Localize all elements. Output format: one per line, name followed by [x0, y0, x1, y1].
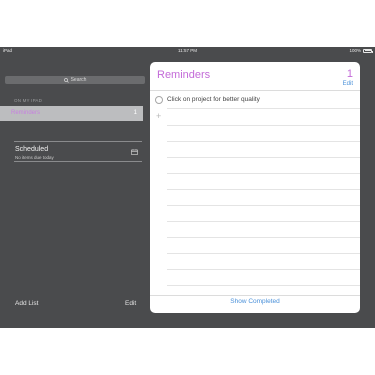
divider — [167, 157, 360, 158]
battery-status: 100% — [349, 48, 373, 53]
new-reminder-row[interactable]: + — [150, 109, 360, 125]
scheduled-title: Scheduled — [15, 146, 49, 153]
divider — [167, 269, 360, 270]
panel-edit-button[interactable]: Edit — [343, 81, 353, 87]
sidebar-item-reminders[interactable]: Reminders 1 — [0, 106, 143, 121]
sidebar-edit-button[interactable]: Edit — [125, 300, 136, 307]
divider — [150, 295, 360, 296]
divider — [167, 285, 360, 286]
divider — [167, 237, 360, 238]
search-icon — [63, 77, 69, 83]
divider — [167, 253, 360, 254]
list-name: Reminders — [11, 110, 41, 116]
list-count: 1 — [133, 110, 137, 116]
panel-title: Reminders — [157, 69, 211, 81]
search-placeholder: Search — [70, 77, 87, 83]
panel-count: 1 — [346, 68, 353, 80]
divider — [167, 141, 360, 142]
show-completed-button[interactable]: Show Completed — [150, 298, 360, 305]
clock: 11:57 PM — [178, 48, 197, 53]
divider — [14, 161, 142, 162]
battery-percent: 100% — [349, 48, 361, 53]
plus-icon[interactable]: + — [156, 111, 161, 121]
divider — [167, 189, 360, 190]
section-header-on-my-ipad: ON MY IPAD — [14, 98, 43, 103]
add-list-button[interactable]: Add List — [15, 300, 39, 307]
checkbox-circle-icon[interactable] — [155, 96, 163, 104]
divider — [14, 141, 142, 142]
divider — [167, 221, 360, 222]
ipad-screen: iPad 11:57 PM 100% Search ON MY IPAD Rem… — [0, 47, 375, 328]
reminder-item[interactable]: Click on project for better quality — [150, 92, 360, 108]
reminder-text: Click on project for better quality — [167, 96, 260, 103]
status-bar: iPad 11:57 PM 100% — [0, 47, 375, 55]
reminders-panel: Reminders 1 Edit Click on project for be… — [150, 62, 360, 313]
divider — [167, 205, 360, 206]
divider — [150, 90, 360, 91]
divider — [167, 173, 360, 174]
scheduled-subtitle: No items due today — [15, 155, 54, 160]
divider — [167, 125, 360, 126]
search-field[interactable]: Search — [5, 76, 145, 84]
battery-icon — [363, 48, 373, 53]
calendar-icon — [131, 149, 138, 155]
